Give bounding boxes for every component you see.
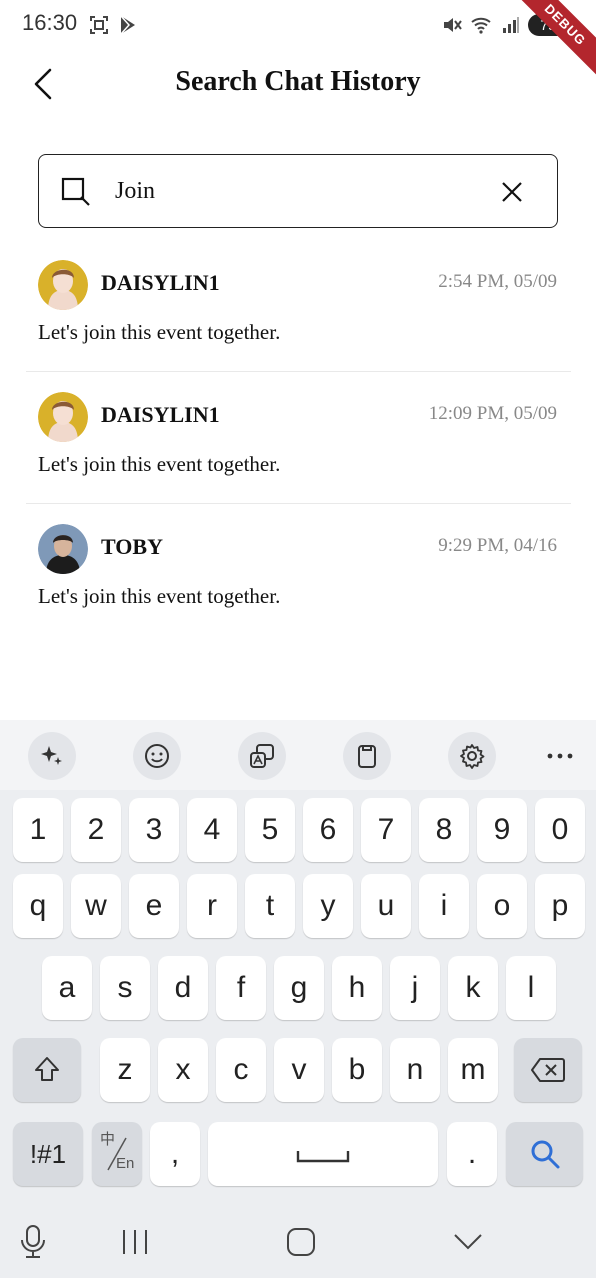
result-sender: TOBY (101, 534, 163, 559)
key-m[interactable]: m (448, 1038, 498, 1102)
comma-key[interactable]: , (150, 1122, 200, 1186)
search-result[interactable]: DAISYLIN1 12:09 PM, 05/09 Let's join thi… (26, 372, 571, 504)
result-timestamp: 12:09 PM, 05/09 (428, 403, 557, 424)
key-x[interactable]: x (158, 1038, 208, 1102)
navigation-bar (0, 1206, 596, 1278)
key-y[interactable]: y (303, 874, 353, 938)
mute-icon (444, 18, 462, 32)
key-9[interactable]: 9 (477, 798, 527, 862)
key-i[interactable]: i (419, 874, 469, 938)
emoji-icon (145, 744, 169, 768)
key-5[interactable]: 5 (245, 798, 295, 862)
settings-icon (460, 744, 485, 769)
search-result[interactable]: DAISYLIN1 2:54 PM, 05/09 Let's join this… (26, 240, 571, 372)
key-8[interactable]: 8 (419, 798, 469, 862)
symbols-key[interactable]: !#1 (13, 1122, 83, 1186)
microphone-icon[interactable] (19, 1224, 47, 1260)
search-result[interactable]: TOBY 9:29 PM, 04/16 Let's join this even… (26, 504, 571, 636)
language-switch-key[interactable]: 中 En (92, 1122, 142, 1186)
emoji-button[interactable] (133, 732, 181, 780)
key-p[interactable]: p (535, 874, 585, 938)
clipboard-button[interactable] (343, 732, 391, 780)
result-timestamp: 2:54 PM, 05/09 (438, 271, 557, 292)
screenshot-icon (90, 16, 108, 34)
key-s[interactable]: s (100, 956, 150, 1020)
key-r[interactable]: r (187, 874, 237, 938)
key-t[interactable]: t (245, 874, 295, 938)
result-message: Let's join this event together. (38, 452, 281, 476)
period-key[interactable]: . (447, 1122, 497, 1186)
key-l[interactable]: l (506, 956, 556, 1020)
space-key[interactable] (208, 1122, 438, 1186)
hide-keyboard-icon[interactable] (453, 1232, 483, 1252)
search-input[interactable] (115, 173, 475, 209)
status-time: 16:30 (22, 10, 78, 35)
clear-icon[interactable] (501, 181, 523, 203)
key-2[interactable]: 2 (71, 798, 121, 862)
clipboard-icon (358, 745, 376, 768)
translate-icon (250, 744, 274, 768)
avatar (38, 392, 88, 442)
key-n[interactable]: n (390, 1038, 440, 1102)
app-header: Search Chat History (0, 52, 596, 116)
page-title: Search Chat History (175, 66, 421, 97)
key-z[interactable]: z (100, 1038, 150, 1102)
key-6[interactable]: 6 (303, 798, 353, 862)
keyboard-settings-button[interactable] (448, 732, 496, 780)
status-left-icons (88, 14, 138, 36)
wifi-icon (471, 17, 491, 34)
recent-apps-icon[interactable] (120, 1228, 150, 1256)
space-bar-icon (296, 1151, 350, 1163)
key-o[interactable]: o (477, 874, 527, 938)
key-0[interactable]: 0 (535, 798, 585, 862)
avatar (38, 524, 88, 574)
more-options-button[interactable] (540, 738, 580, 774)
shift-key[interactable] (13, 1038, 81, 1102)
signal-icon (503, 17, 519, 33)
search-icon (61, 177, 90, 206)
more-icon (547, 753, 573, 759)
result-timestamp: 9:29 PM, 04/16 (438, 535, 557, 556)
key-a[interactable]: a (42, 956, 92, 1020)
key-4[interactable]: 4 (187, 798, 237, 862)
key-b[interactable]: b (332, 1038, 382, 1102)
sparkle-icon (41, 746, 62, 765)
search-icon (531, 1140, 559, 1169)
key-7[interactable]: 7 (361, 798, 411, 862)
key-g[interactable]: g (274, 956, 324, 1020)
home-icon[interactable] (286, 1227, 316, 1257)
avatar (38, 260, 88, 310)
key-u[interactable]: u (361, 874, 411, 938)
key-e[interactable]: e (129, 874, 179, 938)
status-bar: 16:30 79 DEBUG (0, 0, 596, 81)
backspace-key[interactable] (514, 1038, 582, 1102)
key-1[interactable]: 1 (13, 798, 63, 862)
ai-tools-button[interactable] (28, 732, 76, 780)
key-h[interactable]: h (332, 956, 382, 1020)
result-message: Let's join this event together. (38, 320, 281, 344)
key-w[interactable]: w (71, 874, 121, 938)
key-v[interactable]: v (274, 1038, 324, 1102)
search-box[interactable] (38, 154, 558, 228)
soft-keyboard: !#1 中 En , . 1234567890 qwertyuiop asdfghj… (0, 720, 596, 1278)
result-sender: DAISYLIN1 (101, 402, 220, 427)
key-q[interactable]: q (13, 874, 63, 938)
lang-bottom-label: En (116, 1155, 135, 1172)
result-message: Let's join this event together. (38, 584, 281, 608)
translate-button[interactable] (238, 732, 286, 780)
keyboard-toolbar (0, 720, 596, 790)
shift-icon (35, 1057, 59, 1081)
key-3[interactable]: 3 (129, 798, 179, 862)
play-store-icon (120, 15, 135, 35)
key-d[interactable]: d (158, 956, 208, 1020)
key-k[interactable]: k (448, 956, 498, 1020)
key-j[interactable]: j (390, 956, 440, 1020)
key-c[interactable]: c (216, 1038, 266, 1102)
key-f[interactable]: f (216, 956, 266, 1020)
result-sender: DAISYLIN1 (101, 270, 220, 295)
backspace-icon (531, 1058, 565, 1082)
search-action-key[interactable] (506, 1122, 583, 1186)
